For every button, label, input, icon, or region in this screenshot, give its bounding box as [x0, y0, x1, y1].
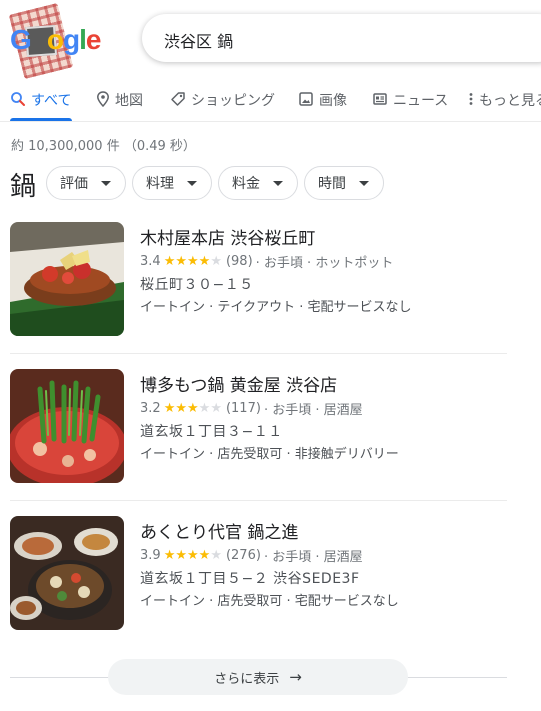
- star-icon: ★: [210, 401, 222, 416]
- star-icon: ★: [187, 401, 199, 416]
- tab-shopping[interactable]: ショッピング: [170, 90, 275, 120]
- tab-label: ニュース: [393, 93, 449, 109]
- more-places-button[interactable]: さらに表示 →: [108, 659, 408, 695]
- price-category: · お手頃 · 居酒屋: [263, 550, 363, 565]
- star-rating: ★ ★ ★ ★ ★: [164, 255, 222, 268]
- result-stats: 約 10,300,000 件 （0.49 秒）: [11, 139, 196, 154]
- search-query: 渋谷区 鍋: [164, 32, 234, 51]
- star-rating: ★ ★ ★ ★ ★: [164, 402, 222, 415]
- filter-chip-rating[interactable]: 評価: [46, 166, 126, 200]
- restaurant-name[interactable]: 木村屋本店 渋谷桜丘町: [140, 224, 315, 249]
- review-count: (276): [225, 548, 261, 563]
- tab-label: 画像: [319, 93, 347, 109]
- rating-value: 3.4: [140, 254, 161, 269]
- star-icon: ★: [163, 254, 176, 269]
- tag-icon: [171, 92, 185, 106]
- star-icon: ★: [198, 254, 211, 269]
- tab-images[interactable]: 画像: [298, 90, 347, 120]
- star-icon: ★: [175, 254, 187, 269]
- divider: [10, 500, 507, 501]
- star-icon: ★: [175, 548, 187, 563]
- star-icon: ★: [187, 548, 199, 563]
- price-category: · お手頃 · 居酒屋: [263, 403, 363, 418]
- rating-line: 3.4 ★ ★ ★ ★ ★ (98) · お手頃 · ホットポット: [140, 252, 393, 271]
- tab-label: 地図: [115, 93, 143, 109]
- tab-label: ショッピング: [191, 93, 275, 109]
- caret-down-icon: [359, 181, 369, 186]
- star-icon: ★: [210, 548, 222, 563]
- rating-line: 3.2 ★ ★ ★ ★ ★ (117) · お手頃 · 居酒屋: [140, 399, 363, 418]
- tab-all[interactable]: すべて: [10, 90, 71, 120]
- tab-news[interactable]: ニュース: [372, 90, 448, 120]
- local-result-item[interactable]: 木村屋本店 渋谷桜丘町 3.4 ★ ★ ★ ★ ★ (98) · お手頃 · ホットポッ…: [10, 222, 507, 340]
- header: Google 渋谷区 鍋: [0, 0, 541, 82]
- filter-chip-price[interactable]: 料金: [218, 166, 298, 200]
- tab-more[interactable]: もっと見る: [468, 90, 541, 120]
- search-input[interactable]: 渋谷区 鍋: [142, 14, 541, 62]
- star-icon: ★: [198, 548, 211, 563]
- rating-value: 3.9: [140, 548, 161, 563]
- more-button-label: さらに表示: [214, 671, 280, 687]
- local-result-item[interactable]: 博多もつ鍋 黄金屋 渋谷店 3.2 ★ ★ ★ ★ ★ (117) · お手頃 · 居酒…: [10, 369, 507, 487]
- star-icon: ★: [187, 254, 199, 269]
- local-result-item[interactable]: あくとり代官 鍋之進 3.9 ★ ★ ★ ★ ★ (276) · お手頃 · 居酒屋 道…: [10, 516, 507, 634]
- address: 桜丘町３０−１５: [140, 277, 254, 293]
- google-doodle-logo[interactable]: Google: [6, 2, 116, 80]
- active-tab-indicator: [10, 118, 72, 121]
- chip-label: 時間: [318, 176, 346, 192]
- more-vert-icon: [469, 93, 473, 105]
- chip-label: 料金: [232, 176, 260, 192]
- caret-down-icon: [101, 181, 111, 186]
- search-tabs: すべて 地図 ショッピング 画像 ニュース もっと見: [0, 84, 541, 122]
- star-rating: ★ ★ ★ ★ ★: [164, 549, 222, 562]
- search-icon: [11, 92, 25, 106]
- map-pin-icon: [97, 91, 109, 107]
- image-icon: [299, 92, 313, 106]
- local-results-title: 鍋: [10, 172, 37, 202]
- restaurant-photo[interactable]: [10, 516, 124, 630]
- tab-label: すべて: [31, 93, 72, 109]
- restaurant-name[interactable]: あくとり代官 鍋之進: [140, 518, 298, 543]
- arrow-right-icon: →: [289, 668, 302, 686]
- caret-down-icon: [273, 181, 283, 186]
- star-icon: ★: [198, 401, 211, 416]
- tab-label: もっと見る: [479, 93, 541, 109]
- review-count: (98): [225, 254, 253, 269]
- filter-chip-cuisine[interactable]: 料理: [132, 166, 212, 200]
- price-category: · お手頃 · ホットポット: [255, 256, 394, 271]
- address: 道玄坂１丁目３−１１: [140, 424, 283, 440]
- chip-label: 評価: [60, 176, 88, 192]
- chip-label: 料理: [146, 176, 174, 192]
- rating-value: 3.2: [140, 401, 161, 416]
- restaurant-photo[interactable]: [10, 369, 124, 483]
- star-icon: ★: [175, 401, 187, 416]
- filter-chip-hours[interactable]: 時間: [304, 166, 384, 200]
- rating-line: 3.9 ★ ★ ★ ★ ★ (276) · お手頃 · 居酒屋: [140, 546, 363, 565]
- service-options: イートイン · テイクアウト · 宅配サービスなし: [140, 300, 412, 315]
- divider: [10, 353, 507, 354]
- restaurant-photo[interactable]: [10, 222, 124, 336]
- star-icon: ★: [210, 254, 222, 269]
- service-options: イートイン · 店先受取可 · 宅配サービスなし: [140, 594, 399, 609]
- caret-down-icon: [187, 181, 197, 186]
- service-options: イートイン · 店先受取可 · 非接触デリバリー: [140, 447, 399, 462]
- tab-maps[interactable]: 地図: [96, 90, 143, 120]
- star-icon: ★: [163, 548, 176, 563]
- address: 道玄坂１丁目５−２ 渋谷SEDE3F: [140, 571, 360, 587]
- restaurant-name[interactable]: 博多もつ鍋 黄金屋 渋谷店: [140, 371, 337, 396]
- news-icon: [373, 93, 387, 105]
- review-count: (117): [225, 401, 261, 416]
- star-icon: ★: [163, 401, 176, 416]
- logo-text: Google: [10, 24, 101, 55]
